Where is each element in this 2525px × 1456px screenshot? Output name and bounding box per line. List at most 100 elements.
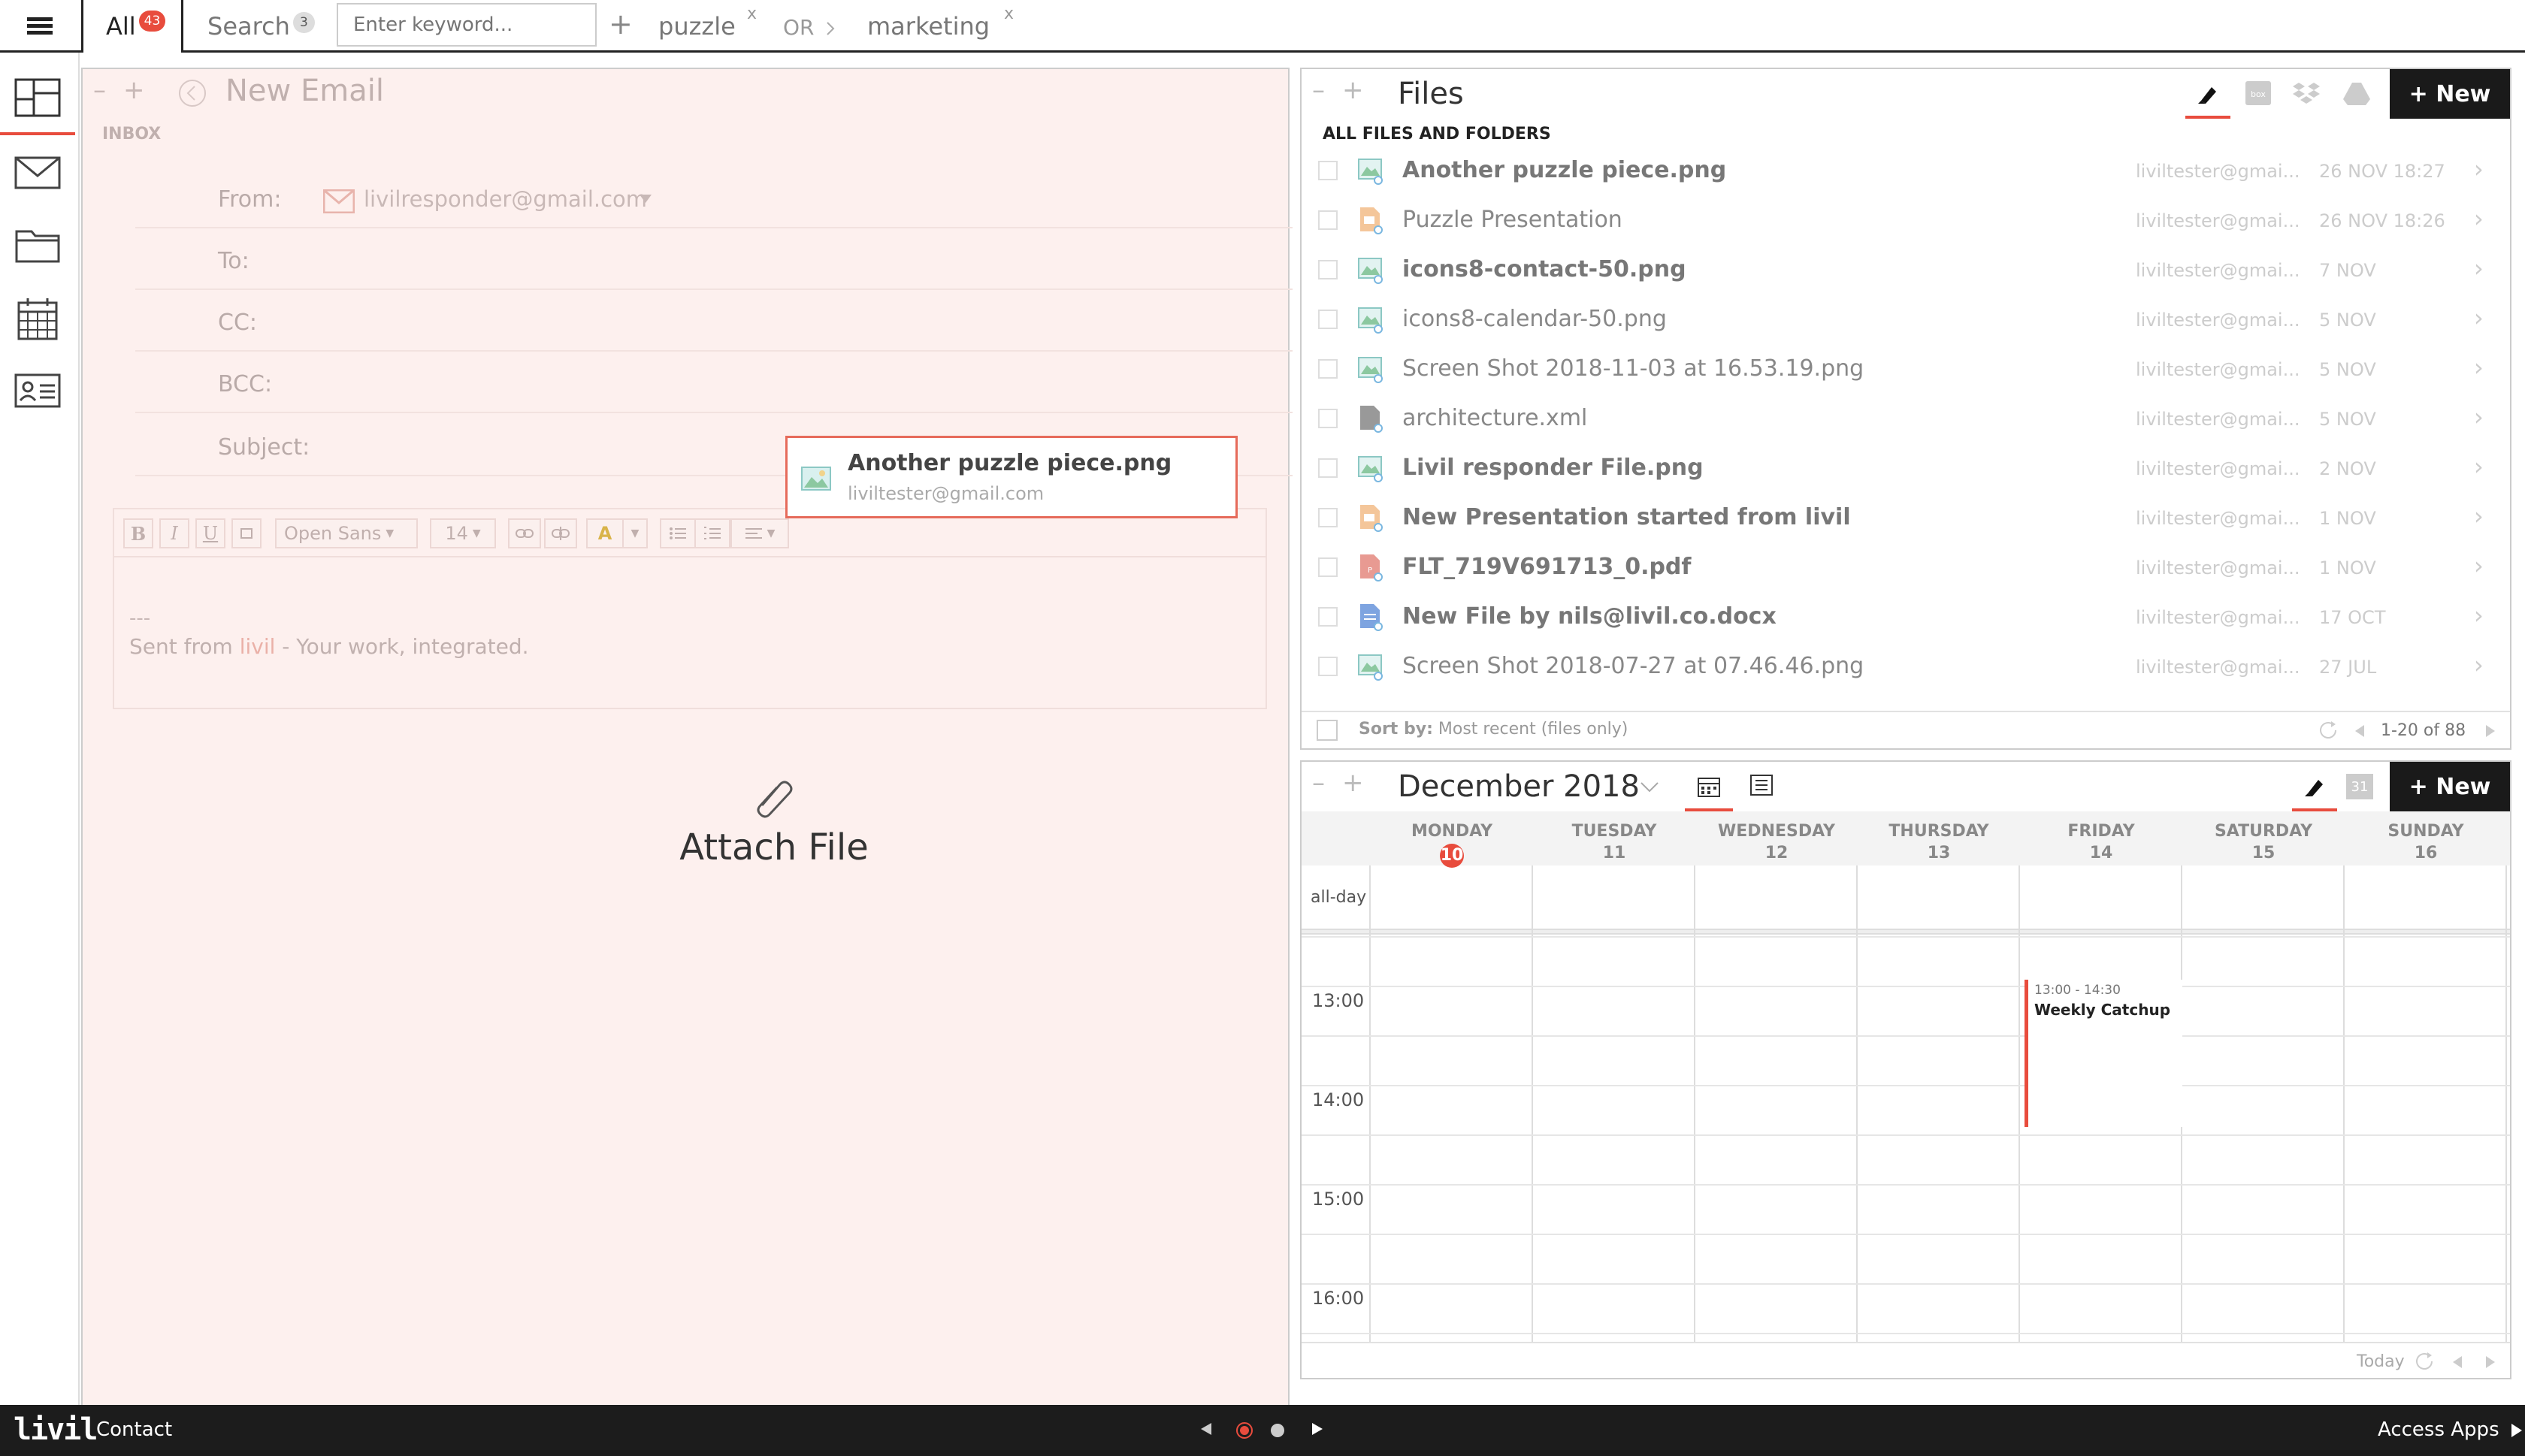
from-field[interactable]: From: livilresponder@gmail.com [135,167,1293,228]
chevron-right-icon[interactable]: › [2474,601,2484,630]
text-color-dropdown[interactable]: ▼ [622,518,648,548]
file-row[interactable]: P FLT_719V691713_0.pdf liviltester@gmai...… [1302,542,2510,592]
collapse-email-button[interactable]: – [93,75,106,105]
keyword-input[interactable] [337,3,597,47]
chevron-right-icon[interactable]: › [2474,651,2484,679]
file-checkbox[interactable] [1318,210,1338,230]
search-term-puzzle[interactable]: puzzle [658,12,736,41]
file-row[interactable]: icons8-contact-50.png liviltester@gmai...… [1302,245,2510,295]
remove-term-puzzle-button[interactable]: x [747,5,757,23]
chevron-right-icon[interactable]: › [2474,502,2484,530]
bullet-list-button[interactable] [660,518,696,548]
sidebar-item-contacts[interactable] [0,355,75,427]
insert-link-button[interactable] [508,518,541,548]
font-size-select[interactable]: 14 ▼ [430,518,496,548]
file-name[interactable]: FLT_719V691713_0.pdf [1402,554,1691,580]
contact-link[interactable]: Contact [96,1418,172,1441]
list-view-tab[interactable] [1749,774,1774,799]
day-header[interactable]: TUESDAY 11 [1533,822,1695,862]
expand-calendar-button[interactable]: + [1342,768,1364,798]
email-body-editor[interactable]: B I U Open Sans ▼ 14 ▼ A ▼ ▼ --- Sent fr… [113,508,1267,709]
livil-source-tab[interactable] [2185,72,2230,119]
chevron-right-icon[interactable]: › [2474,403,2484,431]
file-name[interactable]: architecture.xml [1402,405,1587,431]
sidebar-item-dashboard[interactable] [0,63,75,135]
next-week-icon[interactable] [2484,1355,2496,1369]
file-row[interactable]: Screen Shot 2018-07-27 at 07.46.46.png li… [1302,642,2510,691]
search-term-marketing[interactable]: marketing [867,12,990,41]
previous-page-icon[interactable] [2354,724,2366,738]
expand-files-button[interactable]: + [1342,75,1364,105]
sort-by[interactable]: Sort by: Most recent (files only) [1359,720,1628,739]
file-name[interactable]: Screen Shot 2018-07-27 at 07.46.46.png [1402,653,1864,679]
signature-link[interactable]: livil [240,634,276,659]
chevron-right-icon[interactable]: › [2474,452,2484,481]
dropbox-source-tab[interactable] [2292,81,2321,108]
collapse-calendar-button[interactable]: – [1312,768,1325,798]
expand-email-button[interactable]: + [123,75,145,105]
align-select[interactable]: ▼ [730,518,789,548]
next-screen-icon[interactable] [1311,1421,1324,1436]
file-checkbox[interactable] [1318,557,1338,577]
file-name[interactable]: Another puzzle piece.png [1402,157,1726,183]
refresh-icon[interactable] [2318,720,2339,741]
previous-screen-icon[interactable] [1199,1421,1213,1436]
file-name[interactable]: icons8-calendar-50.png [1402,306,1667,332]
file-row[interactable]: Livil responder File.png liviltester@gmai… [1302,443,2510,493]
day-header[interactable]: WEDNESDAY 12 [1695,822,1858,862]
google-drive-source-tab[interactable] [2342,81,2372,110]
file-name[interactable]: Puzzle Presentation [1402,207,1622,233]
tab-all[interactable]: All 43 [81,0,183,53]
file-checkbox[interactable] [1318,508,1338,527]
file-checkbox[interactable] [1318,161,1338,180]
file-checkbox[interactable] [1318,607,1338,627]
file-row[interactable]: New File by nils@livil.co.docx livilteste… [1302,592,2510,642]
day-header[interactable]: THURSDAY 13 [1858,822,2020,862]
chevron-right-icon[interactable]: › [2474,254,2484,282]
file-row[interactable]: icons8-calendar-50.png liviltester@gmai..… [1302,295,2510,344]
chevron-down-icon[interactable] [1640,781,1659,793]
tab-search[interactable]: Search 3 [207,12,315,41]
file-name[interactable]: icons8-contact-50.png [1402,256,1686,282]
page-dot-icon[interactable] [1270,1423,1285,1438]
previous-week-icon[interactable] [2451,1355,2463,1369]
calendar-event[interactable]: 13:00 - 14:30 Weekly Catchup [2025,980,2182,1127]
bold-button[interactable]: B [123,518,153,548]
add-term-button[interactable]: + [609,8,633,41]
chevron-right-icon[interactable]: › [2474,155,2484,183]
sidebar-item-files[interactable] [0,209,75,281]
next-page-icon[interactable] [2484,724,2496,738]
livil-calendar-source-tab[interactable] [2292,765,2337,811]
sidebar-item-calendar[interactable] [0,282,75,355]
back-button[interactable] [177,78,207,111]
bcc-field[interactable]: BCC: [135,352,1293,413]
sidebar-item-mail[interactable] [0,137,75,209]
file-name[interactable]: New Presentation started from livil [1402,504,1851,530]
file-checkbox[interactable] [1318,409,1338,428]
numbered-list-button[interactable] [694,518,730,548]
file-checkbox[interactable] [1318,359,1338,379]
files-new-button[interactable]: + New [2390,69,2510,119]
file-checkbox[interactable] [1318,657,1338,676]
file-checkbox[interactable] [1318,260,1338,279]
chevron-right-icon[interactable]: › [2474,551,2484,580]
box-source-tab[interactable]: box [2244,80,2272,110]
livil-logo[interactable]: livil [14,1412,98,1447]
to-field[interactable]: To: [135,228,1293,290]
file-row[interactable]: New Presentation started from livil livil… [1302,493,2510,542]
eraser-button[interactable] [231,518,262,548]
file-row[interactable]: Puzzle Presentation liviltester@gmai... 26… [1302,195,2510,245]
today-button[interactable]: Today [2357,1352,2405,1371]
cc-field[interactable]: CC: [135,290,1293,352]
day-header[interactable]: FRIDAY 14 [2020,822,2182,862]
file-checkbox[interactable] [1318,310,1338,329]
remove-link-button[interactable] [544,518,577,548]
file-row[interactable]: Another puzzle piece.png liviltester@gmai… [1302,146,2510,195]
italic-button[interactable]: I [159,518,189,548]
file-name[interactable]: Livil responder File.png [1402,455,1704,481]
calendar-new-button[interactable]: + New [2390,762,2510,811]
refresh-icon[interactable] [2414,1351,2435,1372]
day-header[interactable]: SATURDAY 15 [2182,822,2345,862]
font-family-select[interactable]: Open Sans ▼ [275,518,418,548]
file-checkbox[interactable] [1318,458,1338,478]
